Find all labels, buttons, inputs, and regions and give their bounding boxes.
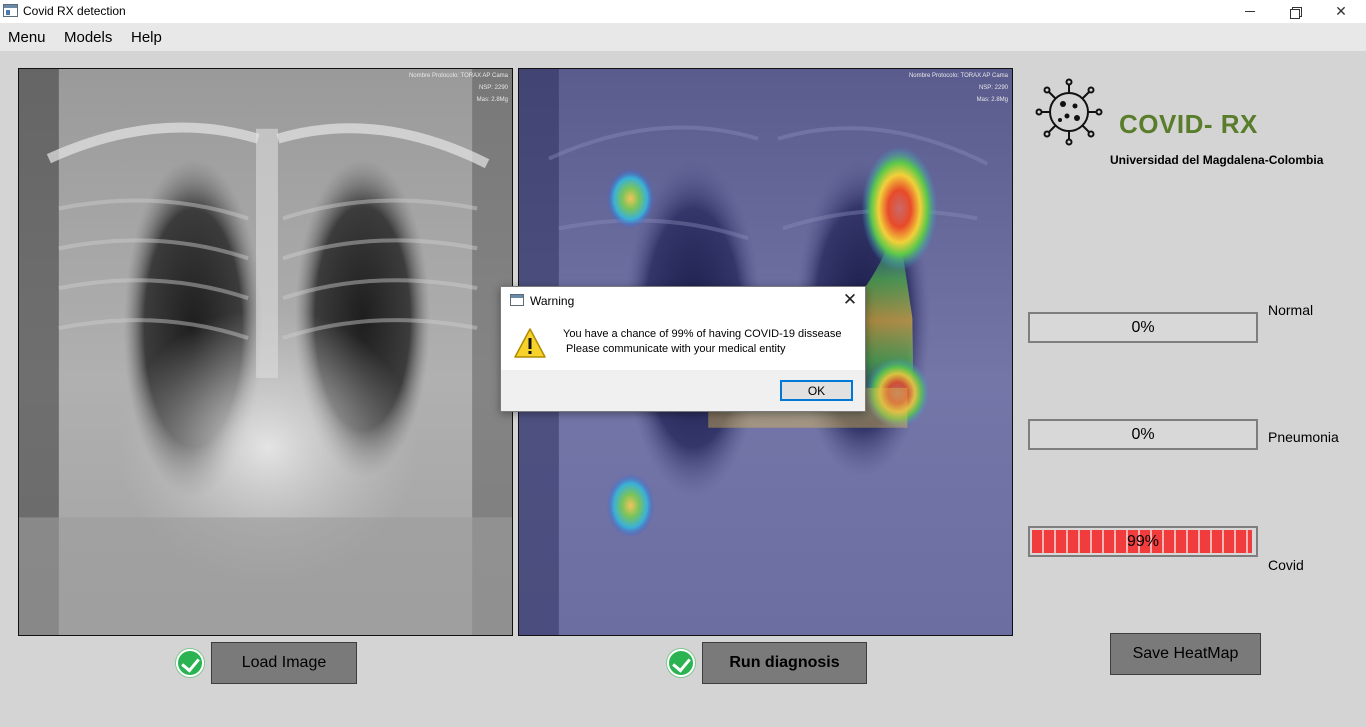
dialog-titlebar: Warning ✕	[501, 287, 865, 314]
normal-progress-bar: 0%	[1028, 312, 1258, 343]
dialog-body: You have a chance of 99% of having COVID…	[501, 314, 865, 370]
menu-menu[interactable]: Menu	[8, 29, 46, 46]
progress-text: 0%	[1131, 318, 1155, 336]
pneumonia-progress-bar: 0%	[1028, 419, 1258, 450]
progress-text: 0%	[1131, 425, 1155, 443]
warning-icon	[514, 328, 546, 358]
ok-button[interactable]: OK	[780, 380, 853, 401]
dialog-message-line2: Please communicate with your medical ent…	[563, 343, 786, 355]
dialog-close-button[interactable]: ✕	[839, 290, 861, 310]
xray-image: Nombre Protocolo: TORAX AP Cama NSP: 229…	[18, 68, 513, 636]
dialog-title: Warning	[530, 294, 575, 308]
minimize-icon	[1245, 11, 1255, 12]
load-image-button[interactable]: Load Image	[211, 642, 357, 684]
normal-label: Normal	[1268, 302, 1314, 318]
window-titlebar: Covid RX detection ✕	[0, 0, 1366, 23]
covid-progress-bar: 99%	[1028, 526, 1258, 557]
menu-models[interactable]: Models	[64, 29, 112, 46]
brand-subtitle: Universidad del Magdalena-Colombia	[1110, 153, 1324, 167]
load-success-check-icon	[176, 649, 204, 677]
diagnosis-success-check-icon	[667, 649, 695, 677]
save-heatmap-button[interactable]: Save HeatMap	[1110, 633, 1261, 675]
virus-icon	[1035, 78, 1103, 146]
dialog-message-line1: You have a chance of 99% of having COVID…	[563, 328, 842, 340]
warning-dialog: Warning ✕ You have a chance of 99% of ha…	[500, 286, 866, 412]
close-button[interactable]: ✕	[1318, 0, 1364, 23]
run-diagnosis-button[interactable]: Run diagnosis	[702, 642, 867, 684]
dialog-app-icon	[510, 294, 524, 306]
heatmap-annotation: Nombre Protocolo: TORAX AP Cama	[908, 73, 1008, 79]
brand-title: COVID- RX	[1119, 109, 1258, 139]
heatmap-annotation: Mas: 2.8Mg	[976, 97, 1008, 103]
minimize-button[interactable]	[1227, 0, 1273, 23]
progress-text: 99%	[1126, 532, 1160, 550]
restore-icon	[1290, 6, 1302, 19]
app-icon	[3, 4, 18, 17]
covid-label: Covid	[1268, 557, 1304, 573]
xray-annotation: Mas: 2.8Mg	[476, 97, 508, 103]
menu-help[interactable]: Help	[131, 29, 162, 46]
heatmap-annotation: NSP: 2290	[978, 85, 1008, 91]
menu-bar: Menu Models Help	[0, 23, 1366, 51]
restore-button[interactable]	[1272, 0, 1318, 23]
pneumonia-label: Pneumonia	[1268, 429, 1339, 445]
xray-image-graphic	[19, 69, 512, 635]
close-icon: ✕	[1335, 3, 1347, 19]
window-title: Covid RX detection	[23, 4, 126, 18]
xray-annotation: Nombre Protocolo: TORAX AP Cama	[408, 73, 508, 79]
xray-annotation: NSP: 2290	[478, 85, 508, 91]
